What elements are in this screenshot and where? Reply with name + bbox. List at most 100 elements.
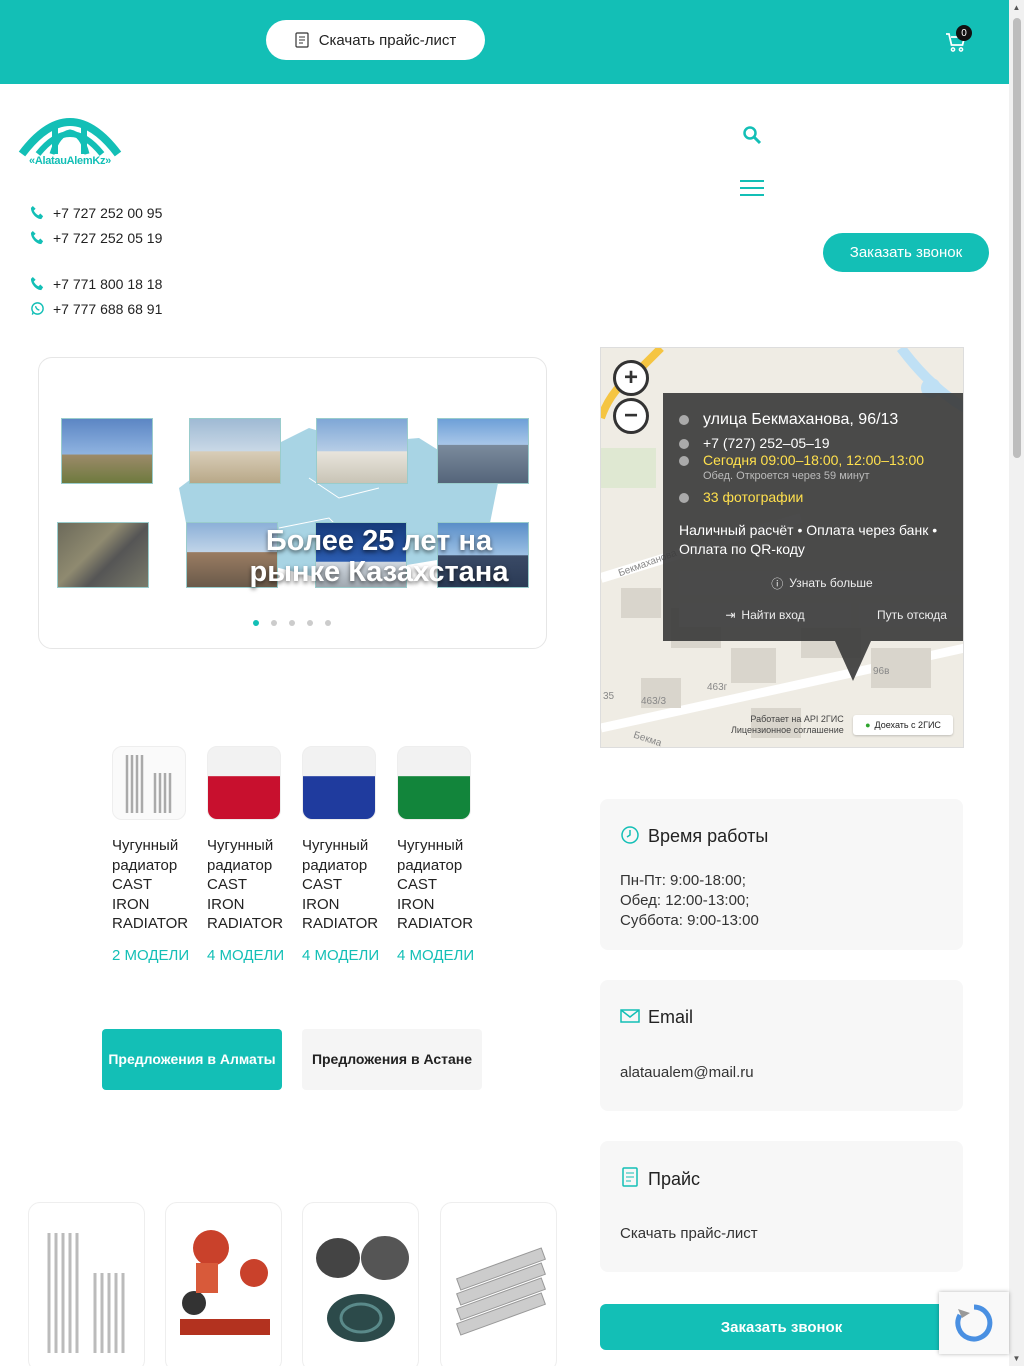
entrance-icon: ⇥: [725, 608, 736, 622]
product-image: [302, 746, 376, 820]
product-card[interactable]: Чугунный радиатор CAST IRON RADIATOR 4 М…: [302, 746, 382, 969]
working-hours-title: Время работы: [648, 826, 769, 846]
clock-icon: [621, 826, 639, 844]
email-value[interactable]: alataualem@mail.ru: [620, 1063, 754, 1083]
place-popup: улица Бекмаханова, 96/13 +7 (727) 252–05…: [663, 393, 963, 641]
route-from-button[interactable]: Путь отсюда: [859, 603, 963, 627]
slider-dot[interactable]: [253, 620, 259, 626]
slider-dot[interactable]: [289, 620, 295, 626]
product-name[interactable]: Чугунный радиатор CAST IRON RADIATOR: [302, 836, 382, 934]
product-card[interactable]: Чугунный радиатор CAST IRON RADIATOR 4 М…: [207, 746, 287, 969]
hero-slider[interactable]: Более 25 лет на рынке Казахстана: [38, 357, 547, 649]
product-name[interactable]: Чугунный радиатор CAST IRON RADIATOR: [397, 836, 477, 934]
download-price-button[interactable]: Скачать прайс-лист: [266, 20, 485, 60]
fittings-image: [180, 1230, 270, 1335]
price-card: Прайс Скачать прайс-лист: [600, 1141, 963, 1272]
phone-item[interactable]: +7 727 252 05 19: [30, 225, 162, 250]
map-attribution[interactable]: Работает на API 2ГИС Лицензионное соглаш…: [731, 714, 844, 736]
phone-list: +7 727 252 00 95 +7 727 252 05 19 +7 771…: [30, 200, 162, 321]
phone-item[interactable]: +7 777 688 68 91: [30, 296, 162, 321]
astana-offers-tab[interactable]: Предложения в Астане: [302, 1029, 482, 1090]
route-from-label: Путь отсюда: [877, 608, 947, 622]
building-number: 96в: [873, 666, 890, 677]
download-price-label: Скачать прайс-лист: [318, 31, 457, 49]
product-name[interactable]: Чугунный радиатор CAST IRON RADIATOR: [207, 836, 287, 934]
astana-tower-photo: [61, 418, 153, 484]
zoom-out-button[interactable]: −: [613, 398, 649, 434]
working-hours-card: Время работы Пн-Пт: 9:00-18:00; Обед: 12…: [600, 799, 963, 950]
drive-2gis-label: Доехать с 2ГИС: [874, 720, 941, 730]
learn-more-button[interactable]: ⓘ Узнать больше: [679, 571, 963, 595]
khan-shatyr-photo: [316, 418, 408, 484]
pipes-image: [456, 1247, 546, 1336]
search-icon[interactable]: [742, 125, 762, 145]
category-fittings-card[interactable]: [165, 1202, 282, 1366]
product-card[interactable]: Чугунный радиатор CAST IRON RADIATOR 2 М…: [112, 746, 192, 969]
location-icon: [679, 415, 689, 425]
popup-phone[interactable]: +7 (727) 252–05–19: [703, 435, 830, 451]
almaty-offers-tab[interactable]: Предложения в Алматы: [102, 1029, 282, 1090]
slider-dots: [253, 620, 331, 626]
camera-icon: [679, 493, 689, 503]
phone-icon: [679, 439, 689, 449]
product-models-link[interactable]: 4 МОДЕЛИ: [302, 942, 382, 969]
building-number: 463г: [707, 682, 728, 693]
learn-more-label: Узнать больше: [789, 576, 873, 590]
slider-dot[interactable]: [325, 620, 331, 626]
find-entrance-button[interactable]: ⇥ Найти вход: [679, 603, 851, 627]
find-entrance-label: Найти вход: [741, 608, 805, 622]
zoom-in-button[interactable]: +: [613, 360, 649, 396]
email-card: Email alataualem@mail.ru: [600, 980, 963, 1111]
scroll-up-arrow-icon[interactable]: ▲: [1011, 3, 1022, 13]
document-icon: [295, 32, 309, 48]
product-card[interactable]: Чугунный радиатор CAST IRON RADIATOR 4 М…: [397, 746, 477, 969]
radiator-image: [47, 1233, 125, 1353]
product-name[interactable]: Чугунный радиатор CAST IRON RADIATOR: [112, 836, 192, 934]
whatsapp-icon: [31, 302, 44, 315]
product-models-link[interactable]: 4 МОДЕЛИ: [397, 942, 477, 969]
category-manholes-card[interactable]: [302, 1202, 419, 1366]
popup-photos-link[interactable]: 33 фотографии: [703, 489, 803, 505]
phone-icon: [30, 205, 44, 220]
phone-icon: [30, 230, 44, 245]
product-image: [112, 746, 186, 820]
info-icon: ⓘ: [771, 576, 784, 591]
attribution-api: Работает на API 2ГИС: [750, 714, 844, 724]
phone-number: +7 727 252 00 95: [53, 204, 163, 221]
attribution-license[interactable]: Лицензионное соглашение: [731, 725, 844, 736]
product-models-link[interactable]: 2 МОДЕЛИ: [112, 942, 192, 969]
popup-payment: Наличный расчёт • Оплата через банк • Оп…: [679, 522, 938, 557]
building-number: 35: [603, 691, 615, 702]
drive-2gis-button[interactable]: ● Доехать с 2ГИС: [853, 715, 953, 735]
phone-number: +7 771 800 18 18: [53, 275, 163, 292]
price-title: Прайс: [648, 1169, 701, 1189]
hours-line: Суббота: 9:00-13:00: [620, 912, 759, 929]
order-call-wide-button[interactable]: Заказать звонок: [600, 1304, 963, 1350]
phone-item[interactable]: +7 771 800 18 18: [30, 271, 162, 296]
product-models-link[interactable]: 4 МОДЕЛИ: [207, 942, 287, 969]
phone-item[interactable]: +7 727 252 00 95: [30, 200, 162, 225]
scrollbar-thumb[interactable]: [1013, 18, 1021, 458]
category-radiators-card[interactable]: [28, 1202, 145, 1366]
slider-dot[interactable]: [307, 620, 313, 626]
slider-dot[interactable]: [271, 620, 277, 626]
slide-caption: Более 25 лет на рынке Казахстана: [249, 525, 509, 588]
hours-line: Пн-Пт: 9:00-18:00;: [620, 872, 746, 889]
email-icon: [620, 1009, 640, 1023]
price-download-link[interactable]: Скачать прайс-лист: [620, 1224, 758, 1244]
product-image: [397, 746, 471, 820]
phone-icon: [30, 276, 44, 291]
scroll-down-arrow-icon[interactable]: ▼: [1011, 1354, 1022, 1364]
recaptcha-badge[interactable]: [939, 1292, 1009, 1354]
map-widget[interactable]: 35 463/3 463г 96в Бекмаханова Бекма + − …: [600, 347, 964, 748]
clock-icon: [679, 456, 689, 466]
popup-pointer: [835, 641, 871, 681]
category-pipes-card[interactable]: [440, 1202, 557, 1366]
order-call-button[interactable]: Заказать звонок: [823, 233, 989, 272]
document-icon: [622, 1167, 638, 1187]
popup-hours: Сегодня 09:00–18:00, 12:00–13:00: [703, 452, 925, 468]
page: Скачать прайс-лист 0 ▲ ▼ «AlatauAlemKz» …: [0, 0, 1024, 1366]
hamburger-menu-icon[interactable]: [740, 180, 764, 196]
interchange-photo: [57, 522, 149, 588]
mosque-photo: [189, 418, 281, 484]
